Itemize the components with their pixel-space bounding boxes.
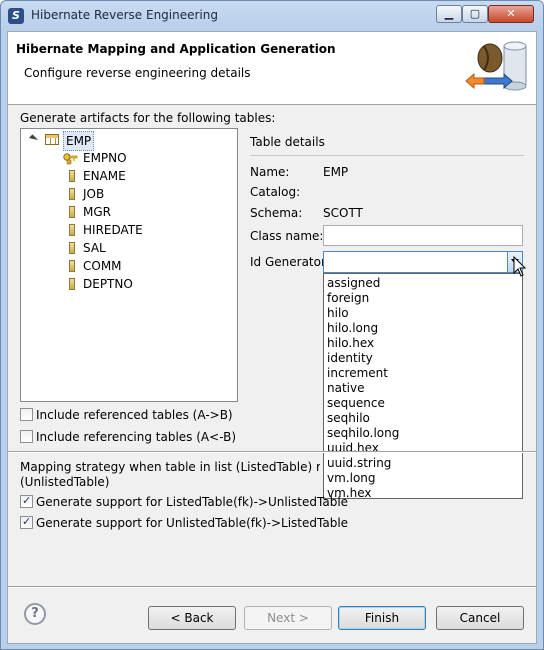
include-referencing-label: Include referencing tables (A<-B) (36, 430, 237, 444)
mouse-cursor-icon (513, 256, 527, 277)
dropdown-option[interactable]: assigned (327, 276, 380, 291)
column-icon (69, 224, 75, 236)
tables-label: Generate artifacts for the following tab… (20, 111, 276, 125)
dropdown-option[interactable]: hilo.long (327, 321, 378, 336)
id-generator-label: Id Generator: (250, 255, 330, 269)
dropdown-option[interactable]: sequence (327, 396, 385, 411)
class-name-label: Class name: (250, 229, 324, 243)
table-icon (45, 134, 59, 145)
dropdown-option[interactable]: uuid.hex (327, 441, 379, 456)
table-details-heading: Table details (250, 135, 325, 149)
section-separator (8, 451, 536, 453)
primary-key-icon (63, 153, 78, 165)
include-referenced-label: Include referenced tables (A->B) (36, 408, 233, 422)
tables-tree[interactable]: EMP EMPNO ENAME JOB MGR HIREDATE SAL COM… (20, 128, 238, 402)
mapping-strategy-text: Mapping strategy when table in list (Lis… (20, 460, 320, 490)
name-value: EMP (323, 165, 349, 179)
dropdown-option[interactable]: seqhilo (327, 411, 370, 426)
maximize-button[interactable]: ▢ (462, 5, 488, 23)
button-bar-separator (8, 586, 536, 588)
dropdown-option[interactable]: uuid.string (327, 456, 391, 471)
tree-item-label: SAL (83, 241, 106, 255)
help-button[interactable]: ? (24, 603, 46, 625)
listed-to-unlisted-label: Generate support for ListedTable(fk)->Un… (36, 495, 349, 509)
listed-to-unlisted-checkbox[interactable] (20, 493, 33, 509)
tree-item-label: DEPTNO (83, 277, 133, 291)
dialog-client-area: Hibernate Mapping and Application Genera… (7, 31, 537, 644)
wizard-title: Hibernate Mapping and Application Genera… (16, 42, 336, 56)
tree-item-label: MGR (83, 205, 111, 219)
dropdown-option[interactable]: hilo (327, 306, 349, 321)
minimize-button[interactable]: ▁ (436, 5, 462, 23)
eclipse-app-icon: S (8, 8, 24, 24)
finish-button[interactable]: Finish (338, 606, 426, 630)
tree-item-label: EMPNO (83, 151, 127, 165)
tree-item-label: JOB (83, 187, 105, 201)
dropdown-option[interactable]: foreign (327, 291, 369, 306)
tree-item-label: ENAME (83, 169, 126, 183)
collapse-triangle-icon[interactable] (28, 134, 39, 144)
mapping-strategy-line2: (UnlistedTable) (20, 475, 110, 489)
class-name-input[interactable] (323, 225, 523, 246)
column-icon (69, 188, 75, 200)
schema-value: SCOTT (323, 206, 363, 220)
include-referenced-checkbox-row[interactable]: Include referenced tables (A->B) (20, 407, 310, 423)
dropdown-option[interactable]: vm.long (327, 471, 376, 486)
id-generator-combo[interactable] (323, 251, 523, 273)
include-referencing-checkbox-row[interactable]: Include referencing tables (A<-B) (20, 429, 310, 445)
listed-to-unlisted-checkbox-row[interactable]: Generate support for ListedTable(fk)->Un… (20, 493, 348, 510)
details-separator (250, 155, 524, 156)
unlisted-to-listed-checkbox[interactable] (20, 514, 33, 530)
include-referencing-checkbox[interactable] (20, 430, 33, 443)
dropdown-option[interactable]: seqhilo.long (327, 426, 399, 441)
title-bar[interactable]: S Hibernate Reverse Engineering ▁ ▢ ✕ (1, 1, 543, 31)
dropdown-option[interactable]: identity (327, 351, 373, 366)
tree-item-label: HIREDATE (83, 223, 143, 237)
window-title: Hibernate Reverse Engineering (31, 8, 218, 22)
catalog-label: Catalog: (250, 185, 301, 199)
dialog-window: S Hibernate Reverse Engineering ▁ ▢ ✕ Hi… (0, 0, 544, 650)
close-button[interactable]: ✕ (488, 5, 534, 23)
include-referenced-checkbox[interactable] (20, 408, 33, 421)
wizard-subtitle: Configure reverse engineering details (24, 66, 251, 80)
unlisted-to-listed-checkbox-row[interactable]: Generate support for UnlistedTable(fk)->… (20, 514, 348, 531)
name-label: Name: (250, 165, 290, 179)
unlisted-to-listed-label: Generate support for UnlistedTable(fk)->… (36, 516, 349, 530)
cancel-button[interactable]: Cancel (436, 606, 524, 630)
column-icon (69, 242, 75, 254)
column-icon (69, 170, 75, 182)
back-button[interactable]: < Back (148, 606, 236, 630)
column-icon (69, 260, 75, 272)
tree-item-emp[interactable]: EMP (28, 131, 231, 151)
mapping-strategy-line1: Mapping strategy when table in list (Lis… (20, 460, 320, 474)
dropdown-option[interactable]: increment (327, 366, 388, 381)
schema-label: Schema: (250, 206, 303, 220)
wizard-banner: Hibernate Mapping and Application Genera… (8, 32, 536, 105)
tree-item-label: EMP (63, 131, 95, 151)
dropdown-option[interactable]: native (327, 381, 364, 396)
hibernate-database-icon (465, 41, 527, 91)
tree-item-label: COMM (83, 259, 122, 273)
column-icon (69, 278, 75, 290)
id-generator-dropdown-list[interactable]: assigned foreign hilo hilo.long hilo.hex… (323, 273, 523, 500)
column-icon (69, 206, 75, 218)
dropdown-option[interactable]: hilo.hex (327, 336, 374, 351)
next-button[interactable]: Next > (244, 606, 332, 630)
